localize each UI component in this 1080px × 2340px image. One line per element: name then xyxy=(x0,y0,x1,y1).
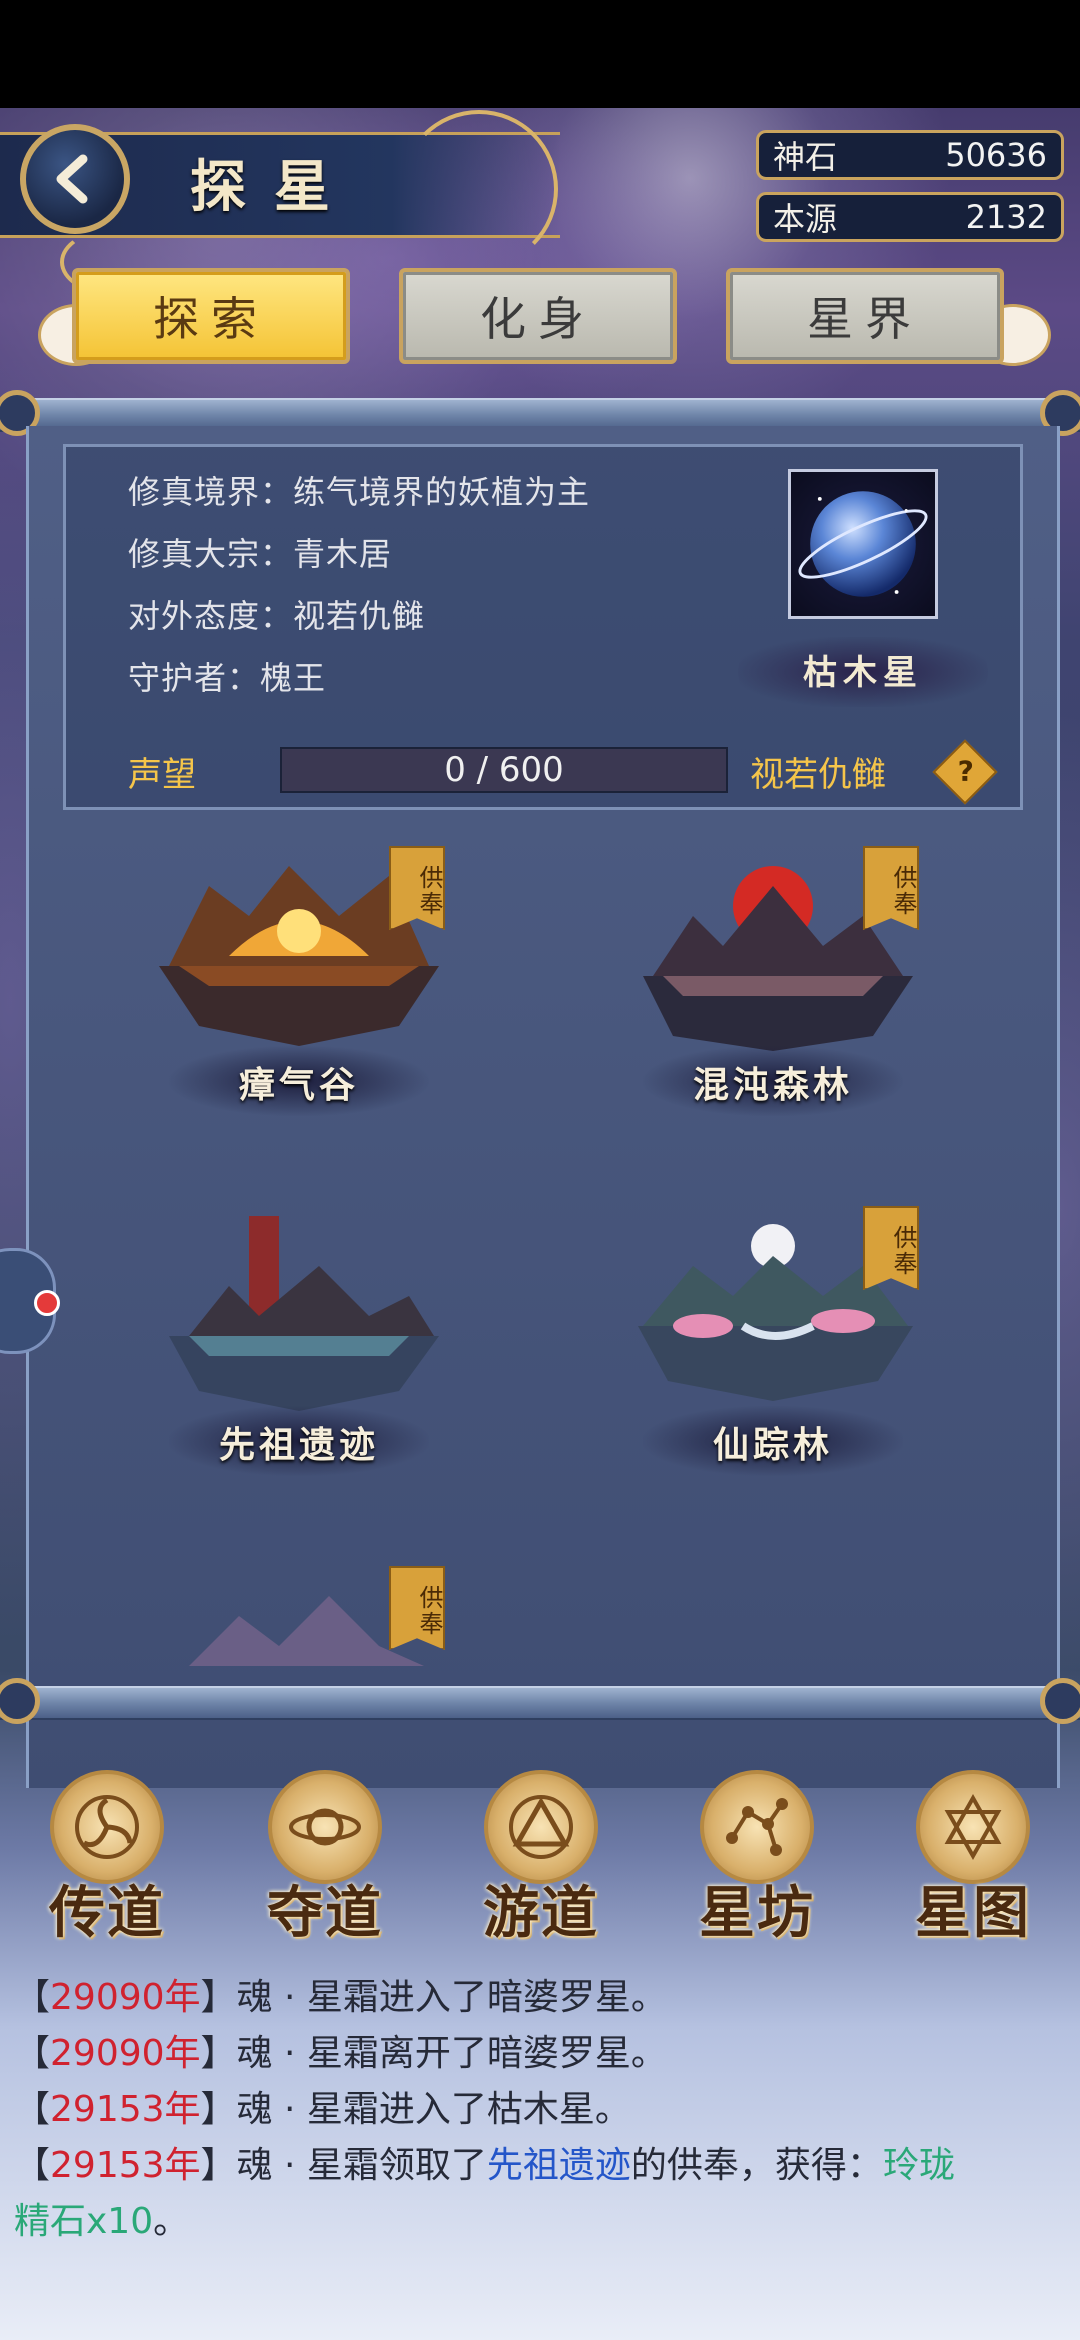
page-title: 探星 xyxy=(190,155,358,220)
reputation-label: 声望 xyxy=(128,755,196,795)
reputation-value: 0 / 600 xyxy=(444,750,564,790)
emblem xyxy=(268,1770,382,1884)
location-partial[interactable]: 供奉 xyxy=(129,1566,469,1788)
constellation-icon xyxy=(726,1798,788,1856)
attitude-status: 视若仇雠 xyxy=(750,755,886,795)
guardian-text: 守护者：槐王 xyxy=(128,659,327,697)
sect-text: 修真大宗：青木居 xyxy=(128,535,393,573)
help-icon-glyph: ? xyxy=(957,754,974,788)
triskelion-icon xyxy=(75,1795,139,1859)
log-location-link[interactable]: 先祖遗迹 xyxy=(487,2145,631,2186)
log-entry: 【29090年】魂 · 星霜进入了暗婆罗星。 xyxy=(14,1977,667,2018)
tribute-badge: 供奉 xyxy=(389,1566,445,1650)
log-text: 魂 · 星霜离开了暗婆罗星。 xyxy=(236,2033,667,2074)
currency-value: 2132 xyxy=(965,198,1047,236)
location-name: 先祖遗迹 xyxy=(218,1425,379,1466)
panel-bottom-rod xyxy=(0,1686,1080,1720)
location-chaos-forest[interactable]: 供奉 混沌森林 xyxy=(603,846,943,1166)
notification-dot xyxy=(34,1290,60,1316)
tab-star-realm[interactable]: 星界 xyxy=(726,268,1004,364)
attitude-text: 对外态度：视若仇雠 xyxy=(128,597,426,635)
hexagram-icon xyxy=(944,1793,1002,1861)
emblem xyxy=(484,1770,598,1884)
log-year: 29090年 xyxy=(50,1977,201,2018)
nav-label: 传道 xyxy=(49,1881,165,1946)
tribute-badge: 供奉 xyxy=(863,846,919,930)
location-name: 混沌森林 xyxy=(692,1065,853,1106)
currency-benyuan: 本源 2132 xyxy=(756,192,1064,242)
star-info-box: 修真境界：练气境界的妖植为主 修真大宗：青木居 对外态度：视若仇雠 守护者：槐王 xyxy=(63,444,1023,810)
help-icon[interactable]: ? xyxy=(932,739,998,805)
log-year: 29153年 xyxy=(50,2145,201,2186)
crescent-orbit-icon xyxy=(289,1808,361,1846)
log-reward: 玲珑 xyxy=(882,2145,955,2186)
nav-label: 星图 xyxy=(915,1881,1031,1946)
rod-end-ornament xyxy=(1040,1678,1080,1724)
log-text: 魂 · 星霜领取了 xyxy=(236,2145,487,2186)
nav-xingfang[interactable]: 星坊 xyxy=(672,1760,842,1950)
tab-explore[interactable]: 探索 xyxy=(72,268,350,364)
reputation-progress-bar: 0 / 600 xyxy=(280,747,728,793)
currency-shenshi: 神石 50636 xyxy=(756,130,1064,180)
realm-text: 修真境界：练气境界的妖植为主 xyxy=(128,473,591,511)
nav-youdao[interactable]: 游道 xyxy=(456,1760,626,1950)
island-ruins-icon xyxy=(169,1216,439,1411)
tribute-badge: 供奉 xyxy=(863,1206,919,1290)
log-entry: 【29153年】魂 · 星霜进入了枯木星。 xyxy=(14,2089,631,2130)
emblem xyxy=(916,1770,1030,1884)
triangle-circle-icon xyxy=(509,1795,573,1859)
star-explore-screen: 探星 神石 50636 本源 2132 探索 化身 星界 修真境界：练气境界的妖… xyxy=(0,108,1080,2340)
back-button[interactable] xyxy=(20,124,130,234)
log-text: 魂 · 星霜进入了枯木星。 xyxy=(236,2089,631,2130)
nav-label: 夺道 xyxy=(267,1881,383,1946)
nav-chuandao[interactable]: 传道 xyxy=(22,1760,192,1950)
nav-xingtu[interactable]: 星图 xyxy=(888,1760,1058,1950)
chevron-left-icon xyxy=(56,154,88,204)
location-name: 仙踪林 xyxy=(712,1425,833,1466)
location-ancestor-ruins[interactable]: 先祖遗迹 xyxy=(129,1206,469,1526)
tab-avatar[interactable]: 化身 xyxy=(399,268,677,364)
nav-duodao[interactable]: 夺道 xyxy=(240,1760,410,1950)
currency-label: 本源 xyxy=(773,200,838,238)
planet-name: 枯木星 xyxy=(803,653,923,693)
log-year: 29090年 xyxy=(50,2033,201,2074)
currency-value: 50636 xyxy=(945,136,1047,174)
location-immortal-trace-forest[interactable]: 供奉 仙踪林 xyxy=(603,1206,943,1526)
nav-label: 星坊 xyxy=(699,1881,815,1946)
log-year: 29153年 xyxy=(50,2089,201,2130)
log-text: 的供奉，获得： xyxy=(630,2145,883,2186)
event-log: 【29090年】魂 · 星霜进入了暗婆罗星。 【29090年】魂 · 星霜离开了… xyxy=(14,1970,1064,2250)
location-name: 瘴气谷 xyxy=(238,1065,359,1106)
log-text: 魂 · 星霜进入了暗婆罗星。 xyxy=(236,1977,667,2018)
emblem xyxy=(50,1770,164,1884)
location-zhangqi-valley[interactable]: 供奉 瘴气谷 xyxy=(129,846,469,1166)
log-text: 。 xyxy=(153,2201,190,2242)
log-entry: 【29090年】魂 · 星霜离开了暗婆罗星。 xyxy=(14,2033,667,2074)
emblem xyxy=(700,1770,814,1884)
planet-icon xyxy=(798,491,928,597)
log-reward: 精石x10 xyxy=(14,2201,154,2242)
cloud-curl-decoration xyxy=(400,110,558,268)
log-entry: 【29153年】魂 · 星霜领取了先祖遗迹的供奉，获得：玲珑 精石x10。 xyxy=(14,2145,955,2242)
currency-label: 神石 xyxy=(773,138,838,176)
tribute-badge: 供奉 xyxy=(389,846,445,930)
status-bar xyxy=(0,0,1080,108)
star-panel: 修真境界：练气境界的妖植为主 修真大宗：青木居 对外态度：视若仇雠 守护者：槐王 xyxy=(26,426,1060,1788)
planet-image[interactable] xyxy=(788,469,938,619)
nav-label: 游道 xyxy=(483,1881,599,1946)
